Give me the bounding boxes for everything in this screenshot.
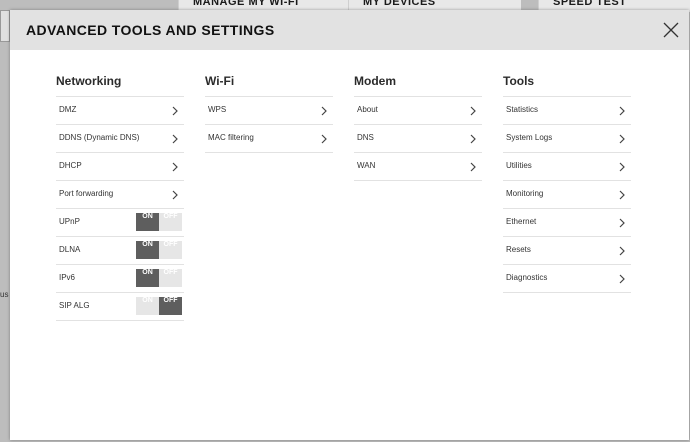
- toggle-switch[interactable]: ON OFF: [136, 269, 182, 287]
- chevron-right-icon: [619, 218, 625, 228]
- chevron-right-icon: [321, 134, 327, 144]
- settings-item-dns[interactable]: DNS: [354, 124, 482, 152]
- column-modem: Modem About DNS WAN: [354, 74, 482, 181]
- settings-item-label: System Logs: [506, 133, 553, 142]
- toggle-off-option[interactable]: OFF: [159, 213, 182, 231]
- column-tools: Tools Statistics System Logs Utilities Monit…: [503, 74, 631, 293]
- close-icon: [663, 22, 679, 38]
- settings-item-label: Utilities: [506, 161, 532, 170]
- toggle-on-option[interactable]: ON: [136, 213, 159, 231]
- settings-item-diagnostics[interactable]: Diagnostics: [503, 264, 631, 293]
- settings-item-dhcp[interactable]: DHCP: [56, 152, 184, 180]
- settings-item-label: Ethernet: [506, 217, 537, 226]
- settings-item-label: WPS: [208, 105, 227, 114]
- settings-item-label: UPnP: [59, 217, 80, 226]
- toggle-on-option[interactable]: ON: [136, 297, 159, 315]
- settings-item-label: DMZ: [59, 105, 77, 114]
- chevron-right-icon: [470, 134, 476, 144]
- settings-item-label: Port forwarding: [59, 189, 114, 198]
- bg-left-element: [0, 10, 10, 42]
- column-title: Tools: [503, 74, 535, 88]
- modal-header: ADVANCED TOOLS AND SETTINGS: [10, 10, 689, 50]
- settings-item-system-logs[interactable]: System Logs: [503, 124, 631, 152]
- chevron-right-icon: [172, 134, 178, 144]
- settings-item-label: MAC filtering: [208, 133, 254, 142]
- settings-item-wan[interactable]: WAN: [354, 152, 482, 181]
- settings-item-mac-filtering[interactable]: MAC filtering: [205, 124, 333, 153]
- toggle-switch[interactable]: ON OFF: [136, 297, 182, 315]
- settings-item-label: Monitoring: [506, 189, 544, 198]
- chevron-right-icon: [619, 190, 625, 200]
- toggle-off-option[interactable]: OFF: [159, 269, 182, 287]
- toggle-off-option[interactable]: OFF: [159, 241, 182, 259]
- settings-item-label: WAN: [357, 161, 376, 170]
- settings-item-dlna: DLNA ON OFF: [56, 236, 184, 264]
- toggle-switch[interactable]: ON OFF: [136, 213, 182, 231]
- chevron-right-icon: [619, 246, 625, 256]
- settings-item-label: Statistics: [506, 105, 539, 114]
- settings-item-label: DDNS (Dynamic DNS): [59, 133, 140, 142]
- bg-tab-label: MANAGE MY WI-FI: [193, 0, 299, 8]
- chevron-right-icon: [619, 134, 625, 144]
- settings-list: DMZ DDNS (Dynamic DNS) DHCP Port forwarding…: [56, 96, 184, 321]
- chevron-right-icon: [172, 162, 178, 172]
- settings-item-about[interactable]: About: [354, 96, 482, 124]
- settings-item-label: SIP ALG: [59, 301, 90, 310]
- advanced-settings-modal: ADVANCED TOOLS AND SETTINGS Networking DM…: [10, 10, 689, 440]
- settings-item-statistics[interactable]: Statistics: [503, 96, 631, 124]
- toggle-on-option[interactable]: ON: [136, 269, 159, 287]
- bg-tab-label: SPEED TEST: [553, 0, 627, 8]
- settings-list: About DNS WAN: [354, 96, 482, 181]
- column-title: Networking: [56, 74, 122, 88]
- chevron-right-icon: [470, 106, 476, 116]
- settings-item-dmz[interactable]: DMZ: [56, 96, 184, 124]
- chevron-right-icon: [619, 162, 625, 172]
- settings-item-label: Diagnostics: [506, 273, 548, 282]
- settings-item-ipv6: IPv6 ON OFF: [56, 264, 184, 292]
- settings-item-label: DNS: [357, 133, 374, 142]
- chevron-right-icon: [172, 190, 178, 200]
- bg-tab-label: MY DEVICES: [363, 0, 436, 8]
- toggle-on-option[interactable]: ON: [136, 241, 159, 259]
- settings-item-wps[interactable]: WPS: [205, 96, 333, 124]
- settings-item-upnp: UPnP ON OFF: [56, 208, 184, 236]
- settings-item-ddns-dynamic-dns[interactable]: DDNS (Dynamic DNS): [56, 124, 184, 152]
- settings-item-ethernet[interactable]: Ethernet: [503, 208, 631, 236]
- close-button[interactable]: [663, 22, 679, 38]
- column-wifi: Wi-Fi WPS MAC filtering: [205, 74, 333, 153]
- chevron-right-icon: [172, 106, 178, 116]
- settings-item-label: DHCP: [59, 161, 82, 170]
- settings-list: WPS MAC filtering: [205, 96, 333, 153]
- chevron-right-icon: [470, 162, 476, 172]
- column-title: Wi-Fi: [205, 74, 235, 88]
- column-networking: Networking DMZ DDNS (Dynamic DNS) DHCP Port …: [56, 74, 184, 321]
- settings-item-port-forwarding[interactable]: Port forwarding: [56, 180, 184, 208]
- column-title: Modem: [354, 74, 396, 88]
- settings-item-label: IPv6: [59, 273, 76, 282]
- settings-item-label: About: [357, 105, 378, 114]
- chevron-right-icon: [321, 106, 327, 116]
- modal-title: ADVANCED TOOLS AND SETTINGS: [26, 22, 275, 38]
- chevron-right-icon: [619, 274, 625, 284]
- chevron-right-icon: [619, 106, 625, 116]
- settings-item-sip-alg: SIP ALG ON OFF: [56, 292, 184, 321]
- bg-left-text: us: [0, 290, 9, 299]
- toggle-switch[interactable]: ON OFF: [136, 241, 182, 259]
- settings-item-label: DLNA: [59, 245, 81, 254]
- settings-item-label: Resets: [506, 245, 531, 254]
- settings-item-monitoring[interactable]: Monitoring: [503, 180, 631, 208]
- settings-item-utilities[interactable]: Utilities: [503, 152, 631, 180]
- settings-list: Statistics System Logs Utilities Monitoring…: [503, 96, 631, 293]
- toggle-off-option[interactable]: OFF: [159, 297, 182, 315]
- settings-item-resets[interactable]: Resets: [503, 236, 631, 264]
